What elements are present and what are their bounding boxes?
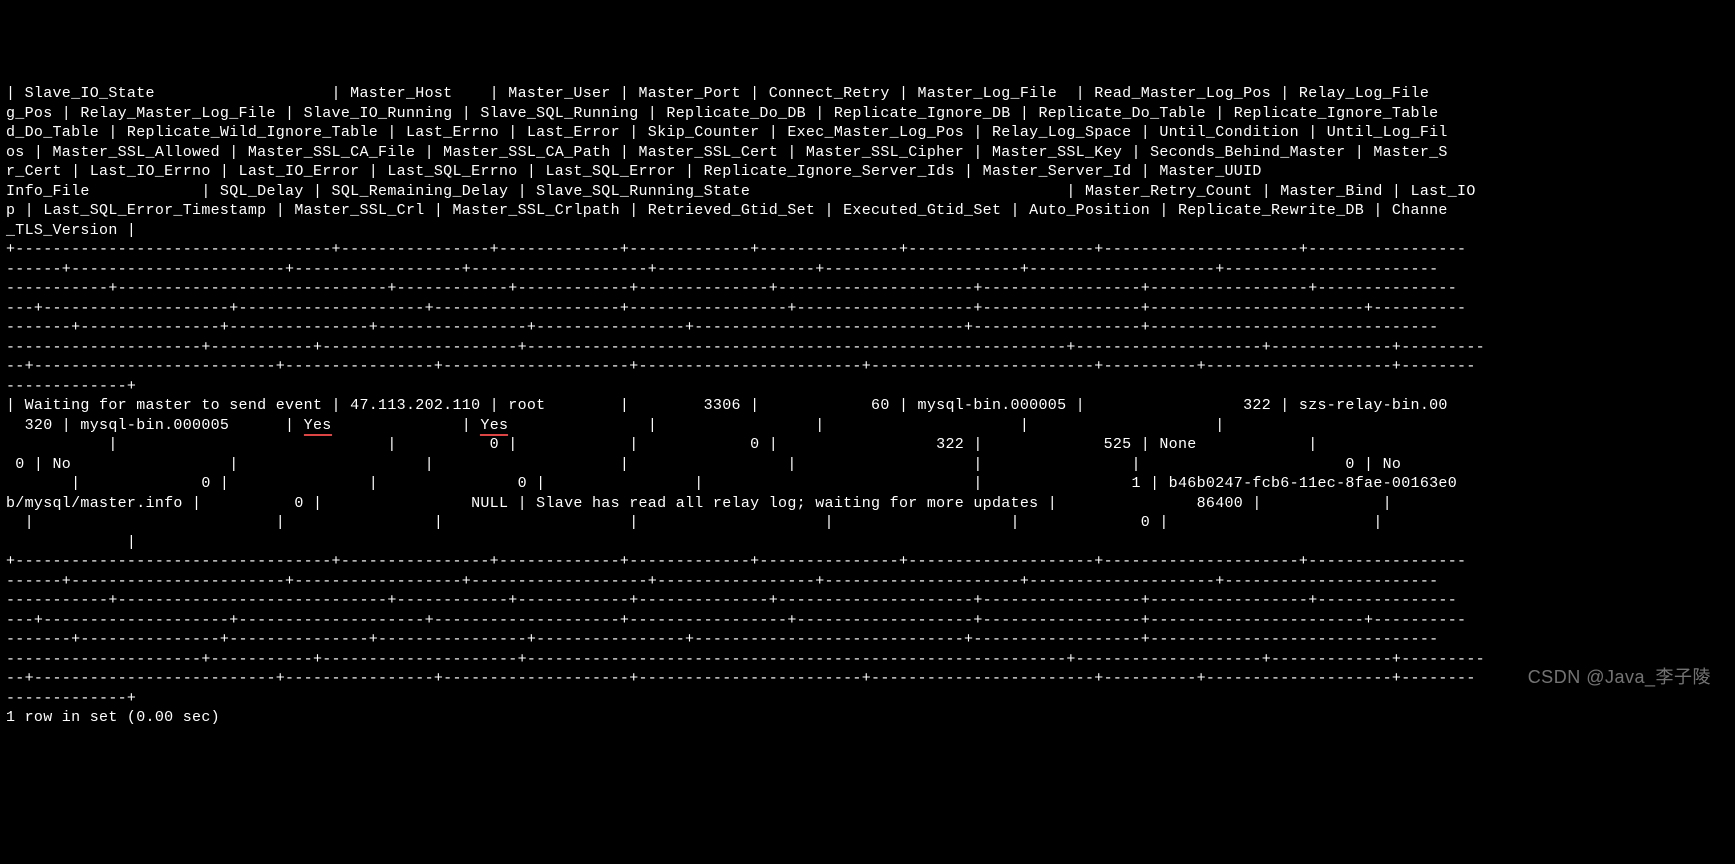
header-line-7: p | Last_SQL_Error_Timestamp | Master_SS…	[6, 202, 1448, 219]
header-line-8: _TLS_Version |	[6, 222, 136, 239]
header-line-3: d_Do_Table | Replicate_Wild_Ignore_Table…	[6, 124, 1448, 141]
sep-line-2: ------+-----------------------+---------…	[6, 261, 1438, 278]
sep-line-5: -------+---------------+---------------+…	[6, 319, 1438, 336]
sep-line-7: --+--------------------------+----------…	[6, 358, 1476, 375]
data-row-2-post: | | | |	[508, 417, 1438, 434]
header-line-6: Info_File | SQL_Delay | SQL_Remaining_De…	[6, 183, 1476, 200]
data-row-1-pre: | Waiting for master to send event | 47.…	[6, 397, 1085, 414]
sep-line-b1: +----------------------------------+----…	[6, 553, 1466, 570]
data-row-3: | | 0 | | 0 | 322 | 525 | None |	[6, 436, 1318, 453]
sep-line-b5: -------+---------------+---------------+…	[6, 631, 1438, 648]
sep-line-b7: --+--------------------------+----------…	[6, 670, 1476, 687]
slave-sql-running-yes: Yes	[480, 417, 508, 436]
sep-line-b8: -------------+	[6, 690, 136, 707]
watermark-text: CSDN @Java_李子陵	[1528, 666, 1711, 689]
header-line-4: os | Master_SSL_Allowed | Master_SSL_CA_…	[6, 144, 1448, 161]
data-row-4: 0 | No | | | | | | 0 | No	[6, 456, 1401, 473]
data-row-5: | 0 | | 0 | | | 1 | b46b0247-fcb6-11ec-8…	[6, 475, 1457, 492]
header-line-2: g_Pos | Relay_Master_Log_File | Slave_IO…	[6, 105, 1438, 122]
data-row-2-mid: |	[332, 417, 481, 434]
sep-line-b3: -----------+----------------------------…	[6, 592, 1457, 609]
footer-line: 1 row in set (0.00 sec)	[6, 709, 220, 726]
data-row-7: | | | | | | 0 | |	[6, 514, 1383, 531]
sep-line-b2: ------+-----------------------+---------…	[6, 573, 1438, 590]
terminal-output: | Slave_IO_State | Master_Host | Master_…	[6, 84, 1729, 728]
header-line-1: | Slave_IO_State | Master_Host | Master_…	[6, 85, 1429, 102]
header-line-5: r_Cert | Last_IO_Errno | Last_IO_Error |…	[6, 163, 1262, 180]
sep-line-4: ---+--------------------+---------------…	[6, 300, 1466, 317]
sep-line-1: +----------------------------------+----…	[6, 241, 1466, 258]
sep-line-8: -------------+	[6, 378, 136, 395]
slave-io-running-yes: Yes	[304, 417, 332, 436]
sep-line-b4: ---+--------------------+---------------…	[6, 612, 1466, 629]
sep-line-3: -----------+----------------------------…	[6, 280, 1457, 297]
sep-line-b6: ---------------------+-----------+------…	[6, 651, 1485, 668]
data-row-6: b/mysql/master.info | 0 | NULL | Slave h…	[6, 495, 1392, 512]
data-row-2-pre: 320 | mysql-bin.000005 |	[6, 417, 304, 434]
data-row-8: |	[6, 534, 136, 551]
data-row-1-post: 322 | szs-relay-bin.00	[1085, 397, 1448, 414]
sep-line-6: ---------------------+-----------+------…	[6, 339, 1485, 356]
